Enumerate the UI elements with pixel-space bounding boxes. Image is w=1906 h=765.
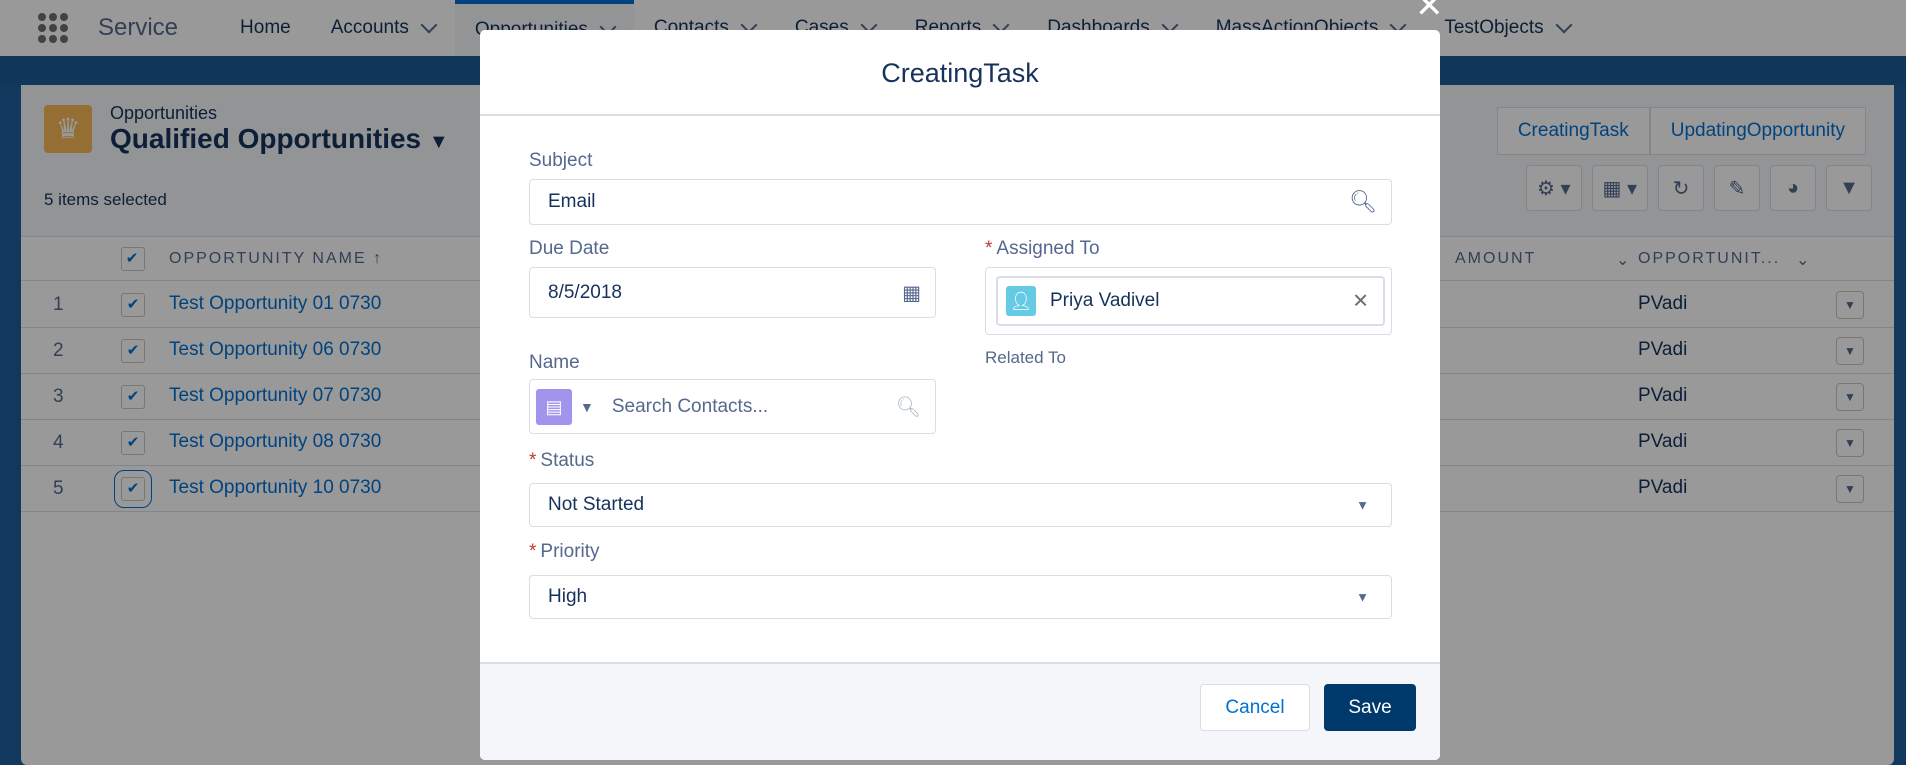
creating-task-modal: CreatingTask Subject Email 🔍︎ Due Date 8/… xyxy=(480,30,1440,760)
close-icon[interactable]: ✕ xyxy=(1415,0,1444,26)
sort-up-icon: ↑ xyxy=(373,250,384,267)
column-amount-chevron-icon[interactable]: ⌄ xyxy=(1616,250,1631,270)
priority-select[interactable]: High ▼ xyxy=(529,575,1392,619)
table-display-icon[interactable]: ▦ ▾ xyxy=(1591,165,1648,211)
object-label: Opportunities xyxy=(110,103,218,123)
priority-label: * Priority xyxy=(529,541,600,562)
search-icon: 🔍︎ xyxy=(1349,189,1377,214)
row-actions-dropdown-icon[interactable]: ▼ xyxy=(1836,337,1864,365)
name-search-input[interactable]: Search Contacts... xyxy=(612,396,768,418)
caret-down-icon: ▼ xyxy=(428,131,449,153)
opportunity-link[interactable]: Test Opportunity 08 0730 xyxy=(169,431,381,453)
assigned-to-label: * Assigned To xyxy=(985,238,1100,259)
opportunity-link[interactable]: Test Opportunity 10 0730 xyxy=(169,477,381,499)
column-opportunity-owner[interactable]: OPPORTUNIT... xyxy=(1638,250,1780,268)
owner-alias: PVadi xyxy=(1638,339,1688,360)
nav-item-label: Accounts xyxy=(330,17,409,38)
owner-alias: PVadi xyxy=(1638,477,1688,498)
save-button[interactable]: Save xyxy=(1324,684,1416,731)
refresh-icon[interactable]: ↻ xyxy=(1658,165,1704,211)
owner-alias: PVadi xyxy=(1638,431,1688,452)
app-name: Service xyxy=(98,14,179,41)
nav-item-label: Home xyxy=(240,17,291,38)
assigned-to-field[interactable]: 👤︎ Priya Vadivel ✕ xyxy=(985,267,1392,335)
cancel-button[interactable]: Cancel xyxy=(1200,684,1310,731)
caret-down-icon: ▼ xyxy=(1356,589,1369,605)
owner-alias: PVadi xyxy=(1638,385,1688,406)
status-label: * Status xyxy=(529,450,595,471)
nav-item-accounts[interactable]: Accounts xyxy=(311,0,455,56)
chart-icon[interactable]: ◕ xyxy=(1770,165,1816,211)
row-actions-dropdown-icon[interactable]: ▼ xyxy=(1836,291,1864,319)
column-owner-chevron-icon[interactable]: ⌄ xyxy=(1796,250,1811,270)
row-actions-dropdown-icon[interactable]: ▼ xyxy=(1836,475,1864,503)
list-view-selector[interactable]: Qualified Opportunities ▼ xyxy=(110,123,449,155)
column-opportunity-name[interactable]: OPPORTUNITY NAME ↑ xyxy=(169,250,383,268)
row-checkbox[interactable]: ✔ xyxy=(121,339,145,363)
user-avatar-icon: 👤︎ xyxy=(1006,286,1036,316)
column-amount[interactable]: AMOUNT xyxy=(1455,250,1536,268)
subject-label: Subject xyxy=(529,150,593,171)
row-checkbox[interactable]: ✔ xyxy=(121,293,145,317)
row-number: 4 xyxy=(53,432,64,453)
name-label: Name xyxy=(529,352,580,373)
calendar-icon[interactable]: ▦ xyxy=(902,280,921,305)
caret-down-icon: ▼ xyxy=(1356,497,1369,513)
row-actions-dropdown-icon[interactable]: ▼ xyxy=(1836,383,1864,411)
search-icon: 🔍︎ xyxy=(895,396,921,418)
due-date-field[interactable]: 8/5/2018 ▦ xyxy=(529,267,936,318)
row-number: 5 xyxy=(53,478,64,499)
row-checkbox[interactable]: ✔ xyxy=(114,470,152,508)
row-number: 2 xyxy=(53,340,64,361)
chevron-down-icon[interactable] xyxy=(420,16,438,34)
settings-gear-icon[interactable]: ⚙ ▾ xyxy=(1525,165,1582,211)
related-to-label: Related To xyxy=(985,348,1066,367)
edit-pencil-icon[interactable]: ✎ xyxy=(1714,165,1760,211)
due-date-label: Due Date xyxy=(529,238,610,259)
app-launcher-icon[interactable] xyxy=(38,13,68,43)
remove-x-icon[interactable]: ✕ xyxy=(1352,289,1369,314)
nav-item-home[interactable]: Home xyxy=(220,0,311,56)
nav-item-testobjects[interactable]: TestObjects xyxy=(1424,0,1589,56)
updating-opportunity-button[interactable]: UpdatingOpportunity xyxy=(1649,107,1866,155)
row-actions-dropdown-icon[interactable]: ▼ xyxy=(1836,429,1864,457)
assigned-user-pill: 👤︎ Priya Vadivel ✕ xyxy=(996,276,1385,326)
creating-task-button[interactable]: CreatingTask xyxy=(1496,107,1650,155)
name-lookup-field[interactable]: ▤ ▼ Search Contacts... 🔍︎ xyxy=(529,379,936,434)
owner-alias: PVadi xyxy=(1638,293,1688,314)
subject-field[interactable]: Email 🔍︎ xyxy=(529,179,1392,225)
row-number: 1 xyxy=(53,294,64,315)
opportunity-crown-icon: ♛ xyxy=(44,105,92,153)
filter-icon[interactable]: ▼ xyxy=(1826,165,1872,211)
selected-count: 5 items selected xyxy=(44,190,167,209)
row-number: 3 xyxy=(53,386,64,407)
row-checkbox[interactable]: ✔ xyxy=(121,385,145,409)
opportunity-link[interactable]: Test Opportunity 07 0730 xyxy=(169,385,381,407)
contact-card-icon[interactable]: ▤ xyxy=(536,388,572,425)
status-select[interactable]: Not Started ▼ xyxy=(529,483,1392,527)
row-checkbox[interactable]: ✔ xyxy=(121,431,145,455)
modal-title: CreatingTask xyxy=(480,30,1440,116)
modal-footer: Cancel Save xyxy=(480,662,1440,760)
select-all-checkbox[interactable]: ✔ xyxy=(121,247,145,271)
opportunity-link[interactable]: Test Opportunity 01 0730 xyxy=(169,293,381,315)
chevron-down-icon[interactable] xyxy=(1555,16,1573,34)
opportunity-link[interactable]: Test Opportunity 06 0730 xyxy=(169,339,381,361)
caret-down-icon[interactable]: ▼ xyxy=(580,399,594,415)
nav-item-label: TestObjects xyxy=(1444,17,1544,38)
